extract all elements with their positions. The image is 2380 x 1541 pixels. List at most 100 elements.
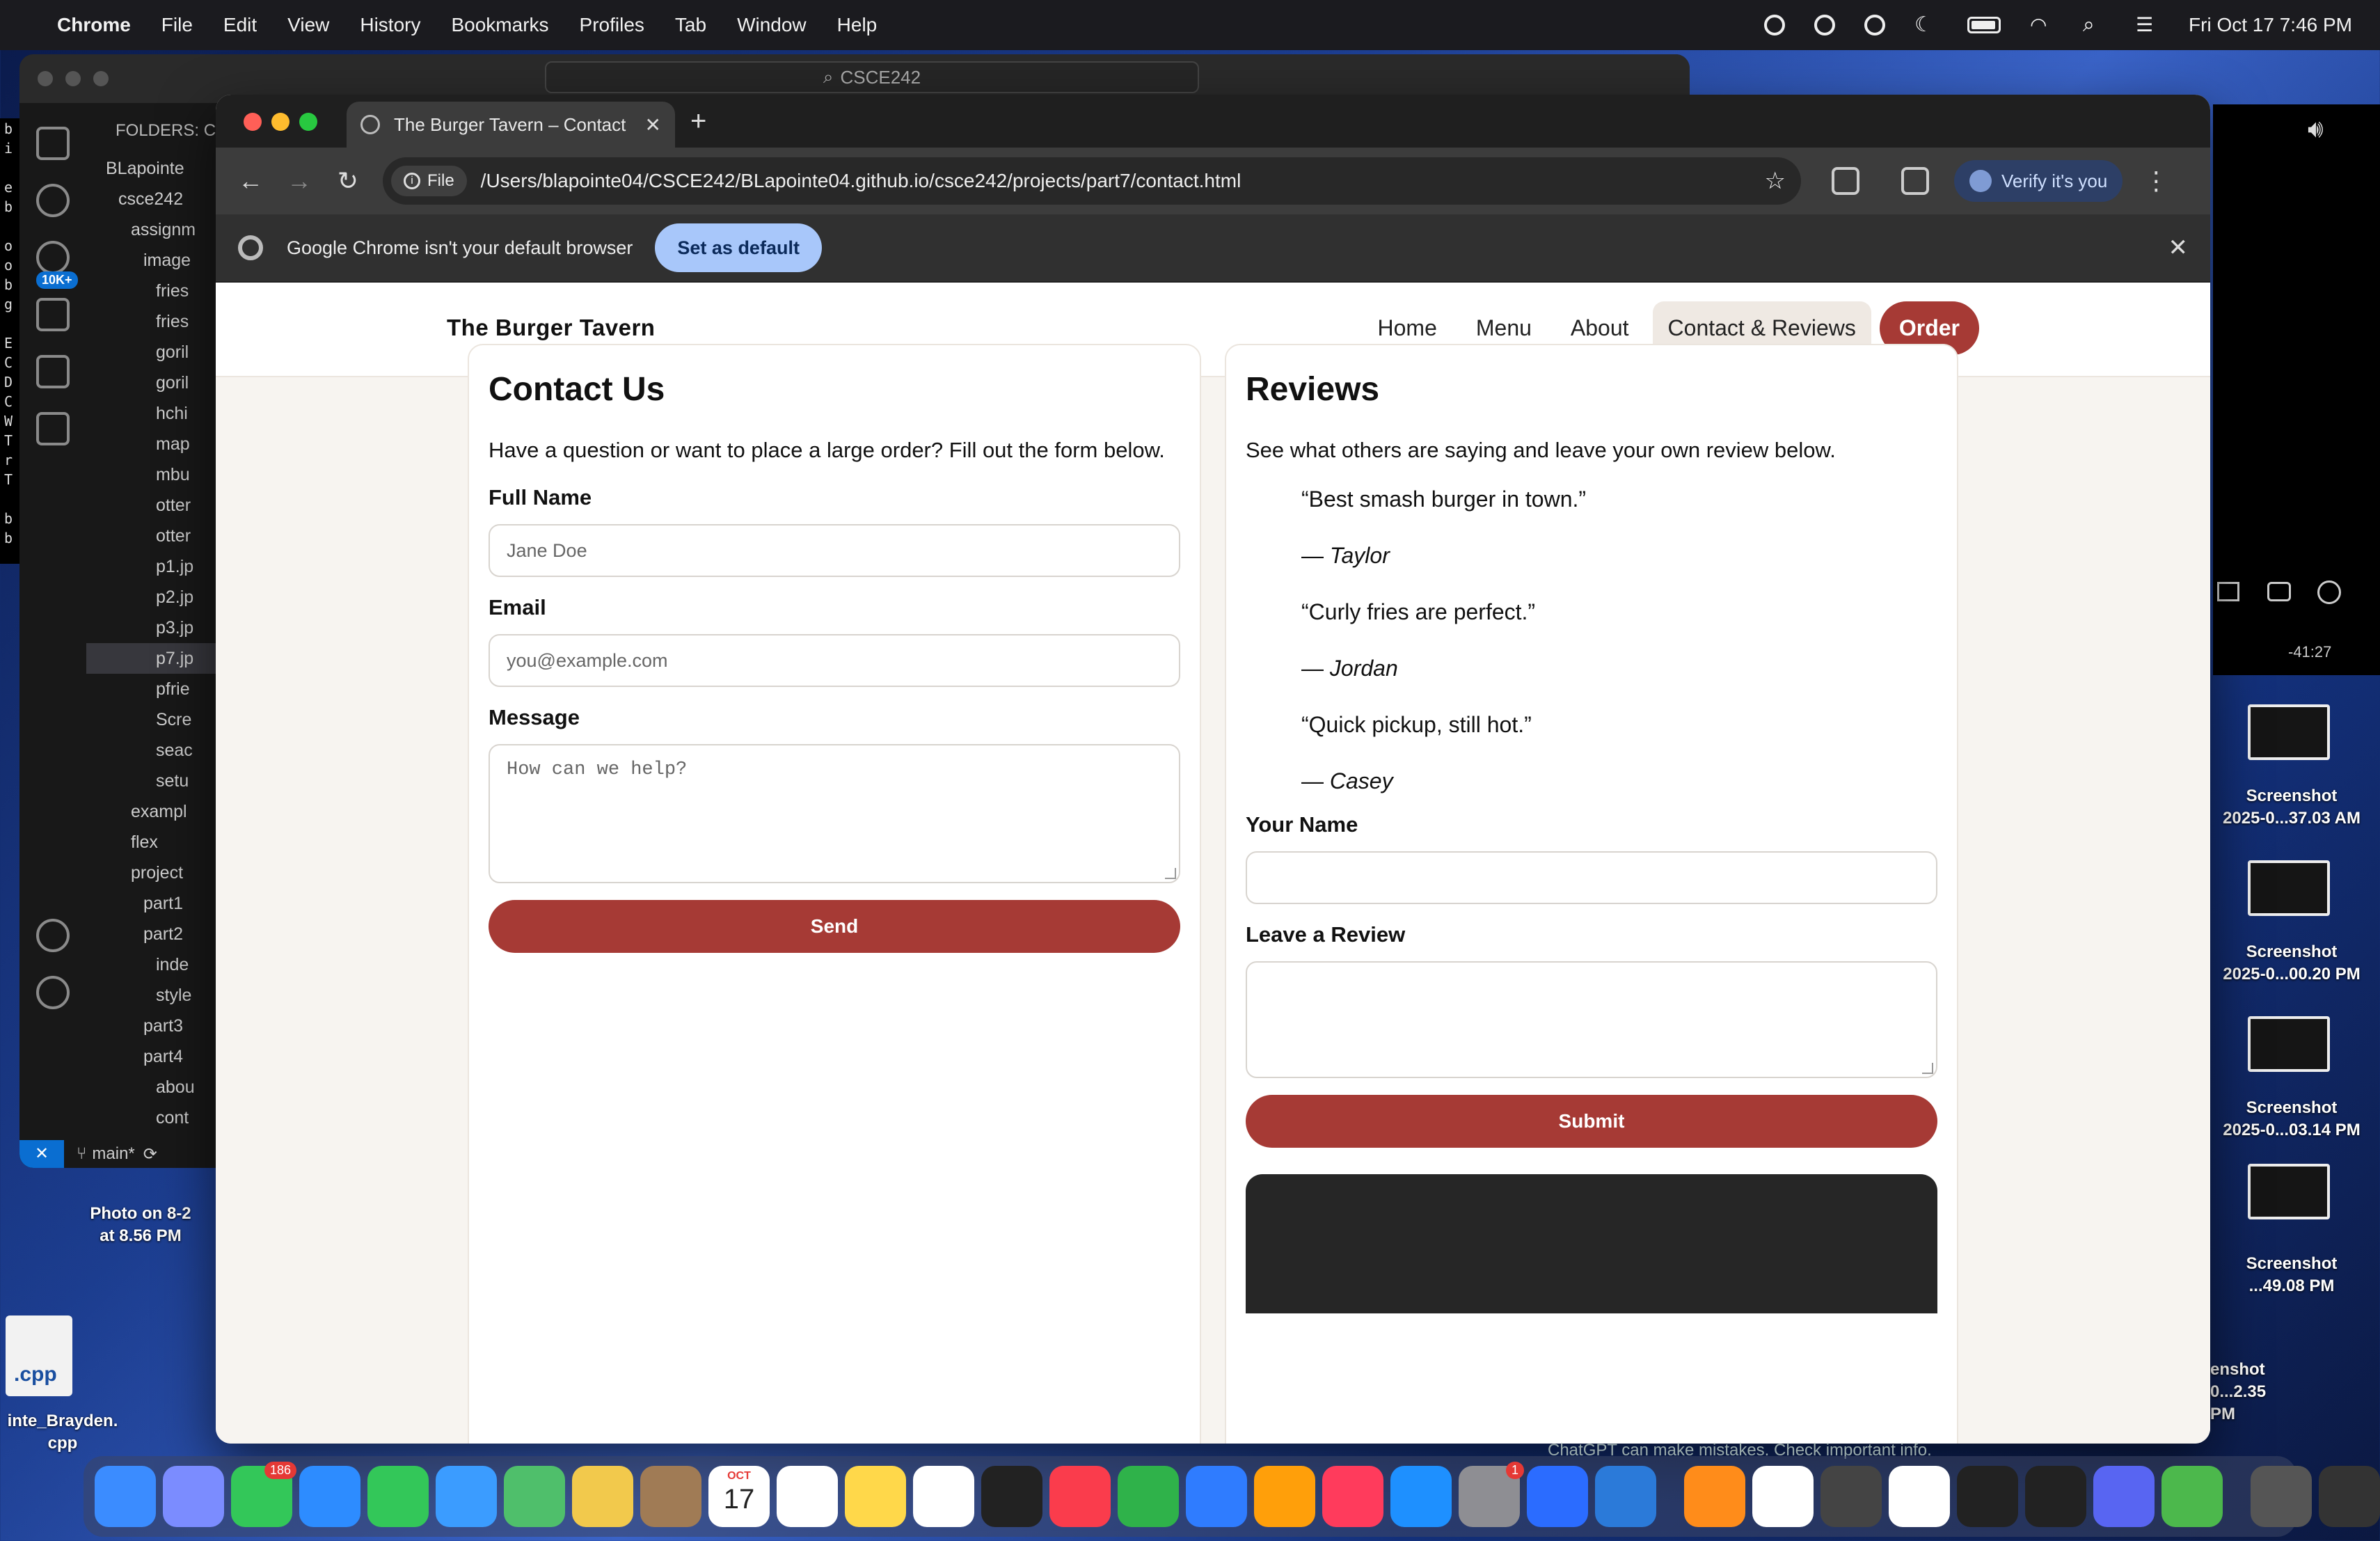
vscode-icon[interactable] xyxy=(1595,1466,1656,1527)
books-icon[interactable] xyxy=(1684,1466,1745,1527)
volume-icon[interactable]: 🔊︎ xyxy=(2308,114,2324,144)
battery-icon[interactable] xyxy=(1967,17,2001,33)
maps-icon[interactable] xyxy=(504,1466,565,1527)
menu-view[interactable]: View xyxy=(287,14,329,36)
cpp-file-label[interactable]: inte_Brayden. cpp xyxy=(0,1410,125,1455)
unity-icon[interactable] xyxy=(1820,1466,1882,1527)
review-textarea[interactable] xyxy=(1246,961,1937,1078)
tab-close-icon[interactable]: ✕ xyxy=(645,113,661,136)
full-name-input[interactable]: Jane Doe xyxy=(489,524,1180,577)
menu-tab[interactable]: Tab xyxy=(675,14,706,36)
vscode-command-search[interactable]: ⌕ CSCE242 xyxy=(545,61,1199,93)
news-icon[interactable] xyxy=(1322,1466,1383,1527)
screenshot-label[interactable]: Screenshot ...49.08 PM xyxy=(2205,1253,2379,1297)
window-close-button[interactable] xyxy=(244,113,262,131)
menu-app-name[interactable]: Chrome xyxy=(57,14,131,36)
chrome-menu-icon[interactable]: ⋮ xyxy=(2143,166,2168,196)
freeform-icon[interactable] xyxy=(913,1466,974,1527)
screenshot-thumbnail[interactable] xyxy=(2248,1164,2330,1219)
menu-profiles[interactable]: Profiles xyxy=(580,14,644,36)
app-store-icon[interactable] xyxy=(1390,1466,1452,1527)
launchpad-icon[interactable] xyxy=(163,1466,224,1527)
screenshot-label[interactable]: Screenshot 2025-0...03.14 PM xyxy=(2205,1097,2379,1141)
vim-icon[interactable] xyxy=(2161,1466,2223,1527)
source-control-icon[interactable] xyxy=(36,241,70,274)
calendar-icon[interactable]: OCT 17 xyxy=(708,1466,770,1527)
unity-status-icon[interactable] xyxy=(1764,15,1786,35)
window-zoom-button[interactable] xyxy=(299,113,317,131)
messages-icon[interactable]: 186 xyxy=(231,1462,296,1527)
wifi-icon[interactable]: ◠ xyxy=(2030,15,2054,35)
screenshot-label[interactable]: Screenshot 2025-0...00.20 PM xyxy=(2205,941,2379,986)
back-button[interactable]: ← xyxy=(230,160,271,202)
submit-button[interactable]: Submit xyxy=(1246,1095,1937,1148)
address-bar[interactable]: i File /Users/blapointe04/CSCE242/BLapoi… xyxy=(383,157,1801,205)
infobar-close-icon[interactable]: ✕ xyxy=(2168,234,2189,262)
message-textarea[interactable]: How can we help? xyxy=(489,744,1180,883)
chatgpt-status-icon[interactable] xyxy=(1814,15,1836,35)
screenshot-label[interactable]: enshot 0...2.35 PM xyxy=(2210,1359,2294,1425)
pages-icon[interactable] xyxy=(1254,1466,1315,1527)
screen-share-icon[interactable] xyxy=(1527,1466,1588,1527)
search-icon[interactable] xyxy=(36,184,70,217)
menu-window[interactable]: Window xyxy=(737,14,807,36)
spotlight-search-icon[interactable]: ⌕ xyxy=(2083,15,2107,35)
system-settings-icon[interactable]: 1 xyxy=(1459,1462,1524,1527)
sync-icon[interactable]: ⟳ xyxy=(143,1144,157,1164)
audio-icon[interactable] xyxy=(2317,580,2341,604)
run-debug-icon[interactable] xyxy=(36,298,70,331)
screenshot-thumbnail[interactable] xyxy=(2248,704,2330,760)
tab-contact[interactable]: The Burger Tavern – Contact ✕ xyxy=(347,102,675,148)
zoom-dot[interactable] xyxy=(93,71,109,86)
activity-monitor-icon[interactable] xyxy=(1957,1466,2018,1527)
bookmark-star-icon[interactable]: ☆ xyxy=(1765,167,1786,195)
settings-gear-icon[interactable] xyxy=(36,976,70,1009)
menu-help[interactable]: Help xyxy=(837,14,878,36)
screenshot-thumbnail[interactable] xyxy=(2248,1016,2330,1072)
music-icon[interactable] xyxy=(1049,1466,1111,1527)
set-default-button[interactable]: Set as default xyxy=(655,223,822,272)
screenshot-label[interactable]: Screenshot 2025-0...37.03 AM xyxy=(2205,785,2379,830)
reminders-icon[interactable] xyxy=(777,1466,838,1527)
contacts-icon[interactable] xyxy=(640,1466,701,1527)
keynote-icon[interactable] xyxy=(1186,1466,1247,1527)
your-name-input[interactable] xyxy=(1246,851,1937,904)
numbers-icon[interactable] xyxy=(1118,1466,1179,1527)
notes-icon[interactable] xyxy=(845,1466,906,1527)
close-dot[interactable] xyxy=(38,71,53,86)
remote-explorer-icon[interactable] xyxy=(36,412,70,445)
control-center-icon[interactable]: ☰ xyxy=(2136,15,2159,35)
safari-icon[interactable] xyxy=(299,1466,360,1527)
minimize-dot[interactable] xyxy=(65,71,81,86)
forward-button[interactable]: → xyxy=(278,160,320,202)
extensions-icon[interactable] xyxy=(1832,167,1859,195)
new-tab-button[interactable]: + xyxy=(690,106,706,137)
folder-icon[interactable] xyxy=(2319,1466,2380,1527)
screenshot-thumbnail[interactable] xyxy=(2248,860,2330,916)
menu-file[interactable]: File xyxy=(161,14,193,36)
url-text[interactable]: /Users/blapointe04/CSCE242/BLapointe04.g… xyxy=(481,170,1765,192)
reload-button[interactable]: ↻ xyxy=(327,160,369,202)
airplay-icon[interactable] xyxy=(2217,582,2239,601)
extensions-icon[interactable] xyxy=(36,355,70,388)
account-icon[interactable] xyxy=(36,919,70,952)
window-minimize-button[interactable] xyxy=(271,113,289,131)
chrome-icon[interactable] xyxy=(1889,1466,1950,1527)
facetime-icon[interactable] xyxy=(367,1466,429,1527)
tv-icon[interactable] xyxy=(981,1466,1042,1527)
mail-icon[interactable] xyxy=(436,1466,497,1527)
menu-history[interactable]: History xyxy=(360,14,420,36)
email-input[interactable]: you@example.com xyxy=(489,634,1180,687)
menu-edit[interactable]: Edit xyxy=(223,14,257,36)
focus-moon-icon[interactable]: ☾ xyxy=(1914,15,1938,35)
subtitles-icon[interactable] xyxy=(2267,582,2291,601)
cpp-file-icon[interactable]: .cpp xyxy=(6,1315,72,1396)
cast-icon[interactable] xyxy=(1901,167,1929,195)
explorer-icon[interactable] xyxy=(36,127,70,160)
finder-icon[interactable] xyxy=(95,1466,156,1527)
disk-utility-icon[interactable] xyxy=(1752,1466,1814,1527)
site-brand[interactable]: The Burger Tavern xyxy=(447,315,655,341)
play-status-icon[interactable] xyxy=(1864,15,1886,35)
menu-bookmarks[interactable]: Bookmarks xyxy=(451,14,548,36)
discord-icon[interactable] xyxy=(2093,1466,2155,1527)
